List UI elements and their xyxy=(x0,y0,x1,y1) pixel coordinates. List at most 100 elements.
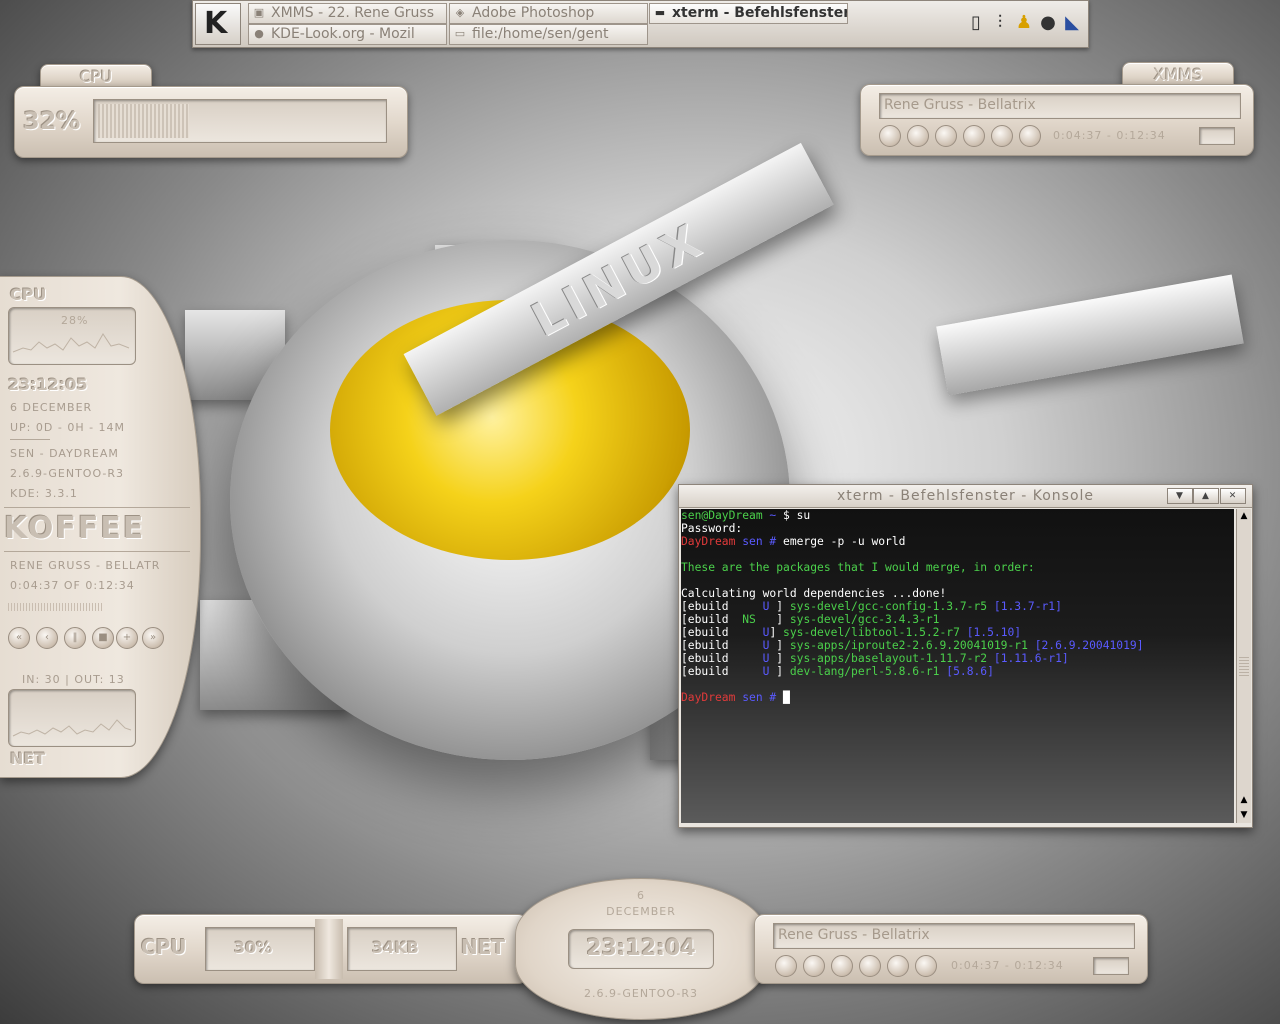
cpu-widget: 32% xyxy=(14,86,408,158)
terminal-text: [2.6.9.20041019] xyxy=(1027,639,1144,652)
sidebar-divider xyxy=(4,507,190,508)
xmms-volume[interactable] xyxy=(1199,127,1235,145)
terminal-scrollbar[interactable]: ▲ ▲ ▼ xyxy=(1236,509,1251,823)
scroll-down-icon[interactable]: ▼ xyxy=(1237,808,1251,822)
sidebar-rewind-button[interactable]: ‹ xyxy=(36,627,58,649)
sidebar-net-io: IN: 30 | OUT: 13 xyxy=(22,673,125,686)
kde-menu-button[interactable]: K xyxy=(195,3,241,45)
sidebar-play-button[interactable]: + xyxy=(116,627,138,649)
terminal-line: [ebuild U ] sys-apps/iproute2-2.6.9.2004… xyxy=(681,639,1234,652)
terminal-text: emerge -p -u world xyxy=(783,535,906,548)
user-icon[interactable]: ♟ xyxy=(1013,11,1035,35)
terminal-line: DayDream sen # emerge -p -u world xyxy=(681,535,1234,548)
maximize-button[interactable]: ▲ xyxy=(1193,488,1219,504)
terminal-text: dev-lang/perl-5.8.6-r1 xyxy=(789,665,940,678)
bottom-xmms-volume[interactable] xyxy=(1093,957,1129,975)
sidebar-cpu-graph: 28% xyxy=(8,307,136,365)
clipboard-icon[interactable]: ▯ xyxy=(965,11,987,35)
bottom-play-button[interactable] xyxy=(803,955,825,977)
bottom-pause-button[interactable] xyxy=(831,955,853,977)
task-photoshop[interactable]: ◈ Adobe Photoshop xyxy=(449,3,648,24)
task-label: file:/home/sen/gent xyxy=(472,26,609,42)
task-mozilla[interactable]: ● KDE-Look.org - Mozil xyxy=(248,24,447,45)
bottom-prev-button[interactable] xyxy=(775,955,797,977)
terminal-text: ] xyxy=(769,626,784,639)
sidebar-uptime: UP: 0D - 0H - 14M xyxy=(10,421,126,434)
photoshop-icon: ◈ xyxy=(455,6,465,19)
bottom-clock-time: 23:12:04 xyxy=(586,936,696,961)
terminal-line: sen@DayDream ~ $ su xyxy=(681,509,1234,522)
terminal-text: sys-devel/gcc-3.4.3-r1 xyxy=(789,613,940,626)
xmms-track-title: Rene Gruss - Bellatrix xyxy=(884,97,1036,113)
cpu-load-bar xyxy=(93,99,387,143)
terminal-line: [ebuild U ] sys-devel/gcc-config-1.3.7-r… xyxy=(681,600,1234,613)
xmms-prev-button[interactable] xyxy=(879,125,901,147)
sidebar-user-host: SEN - DAYDREAM xyxy=(10,447,119,460)
terminal-text: [1.11.6-r1] xyxy=(987,652,1069,665)
scroll-handle[interactable] xyxy=(1239,657,1249,677)
window-titlebar[interactable]: xterm - Befehlsfenster - Konsole ▼ ▲ ✕ xyxy=(679,485,1252,508)
terminal-text: sys-devel/libtool-1.5.2-r7 xyxy=(783,626,960,639)
cpu-widget-value: 32% xyxy=(23,107,81,135)
task-konqueror[interactable]: ▭ file:/home/sen/gent xyxy=(449,24,648,45)
bottom-xmms-panel: Rene Gruss - Bellatrix 0:04:37 - 0:12:34 xyxy=(754,914,1148,984)
terminal-text: Password: xyxy=(681,522,743,535)
xmms-eject-button[interactable] xyxy=(1019,125,1041,147)
terminal-text: [ebuild xyxy=(681,665,763,678)
xmms-play-button[interactable] xyxy=(907,125,929,147)
sidebar-cpu-sparkline xyxy=(12,333,130,353)
xmms-stop-button[interactable] xyxy=(963,125,985,147)
bottom-clock-panel: 6 DECEMBER 23:12:04 2.6.9-GENTOO-R3 xyxy=(515,878,767,1020)
terminal-text: ~ xyxy=(762,509,784,522)
system-tray: ▯ ⫶ ♟ ● ◣ xyxy=(963,7,1081,41)
bottom-month: DECEMBER xyxy=(606,905,676,918)
sidebar-monitor: CPU 28% 23:12:05 6 DECEMBER UP: 0D - 0H … xyxy=(0,276,201,778)
terminal-text: Calculating world dependencies ...done! xyxy=(681,587,947,600)
sidebar-cpu-title: CPU xyxy=(10,285,47,304)
task-xmms[interactable]: ▣ XMMS - 22. Rene Gruss xyxy=(248,3,447,24)
bottom-xmms-time: 0:04:37 - 0:12:34 xyxy=(951,959,1064,972)
terminal-text: DayDream xyxy=(681,535,736,548)
terminal-text: sen # xyxy=(735,535,784,548)
bottom-separator xyxy=(315,919,343,979)
sidebar-pause-button[interactable]: ‖ xyxy=(64,627,86,649)
sidebar-net-sparkline xyxy=(12,719,132,737)
xmms-next-button[interactable] xyxy=(991,125,1013,147)
close-button[interactable]: ✕ xyxy=(1220,488,1246,504)
bottom-stop-button[interactable] xyxy=(859,955,881,977)
network-icon[interactable]: ◣ xyxy=(1061,11,1083,35)
sidebar-prev-button[interactable]: « xyxy=(8,627,30,649)
sidebar-next-button[interactable]: » xyxy=(142,627,164,649)
bottom-eject-button[interactable] xyxy=(915,955,937,977)
mixer-icon[interactable]: ⫶ xyxy=(989,11,1011,35)
terminal-text: [ebuild xyxy=(681,600,763,613)
scroll-down-icon[interactable]: ▲ xyxy=(1237,793,1251,807)
task-label: XMMS - 22. Rene Gruss xyxy=(271,5,435,21)
terminal-text: These are the packages that I would merg… xyxy=(681,561,1035,574)
sidebar-stop-button[interactable]: ■ xyxy=(92,627,114,649)
minimize-button[interactable]: ▼ xyxy=(1167,488,1193,504)
xmms-pause-button[interactable] xyxy=(935,125,957,147)
task-label: Adobe Photoshop xyxy=(472,5,595,21)
task-xterm[interactable]: ▬ xterm - Befehlsfenster xyxy=(649,3,848,24)
bomb-icon[interactable]: ● xyxy=(1037,11,1059,35)
terminal-text: ] xyxy=(769,639,790,652)
terminal-text: [1.3.7-r1] xyxy=(987,600,1062,613)
terminal-text: ] xyxy=(769,665,790,678)
terminal-text: sys-apps/baselayout-1.11.7-r2 xyxy=(789,652,988,665)
bottom-next-button[interactable] xyxy=(887,955,909,977)
terminal-text: [ebuild xyxy=(681,639,763,652)
kde-logo-icon: K xyxy=(204,6,228,41)
sidebar-track-progress[interactable] xyxy=(8,603,102,611)
terminal-output[interactable]: sen@DayDream ~ $ su Password: DayDream sen… xyxy=(681,509,1234,823)
scroll-up-icon[interactable]: ▲ xyxy=(1237,509,1251,523)
terminal-text: [5.8.6] xyxy=(939,665,994,678)
terminal-text: ] xyxy=(755,613,790,626)
sidebar-time: 23:12:05 xyxy=(8,375,88,394)
terminal-line: Calculating world dependencies ...done! xyxy=(681,587,1234,600)
terminal-text: [ebuild xyxy=(681,613,743,626)
bottom-cpu-label: CPU xyxy=(141,935,187,959)
terminal-icon: ▬ xyxy=(654,6,666,19)
terminal-text: [ebuild xyxy=(681,652,763,665)
